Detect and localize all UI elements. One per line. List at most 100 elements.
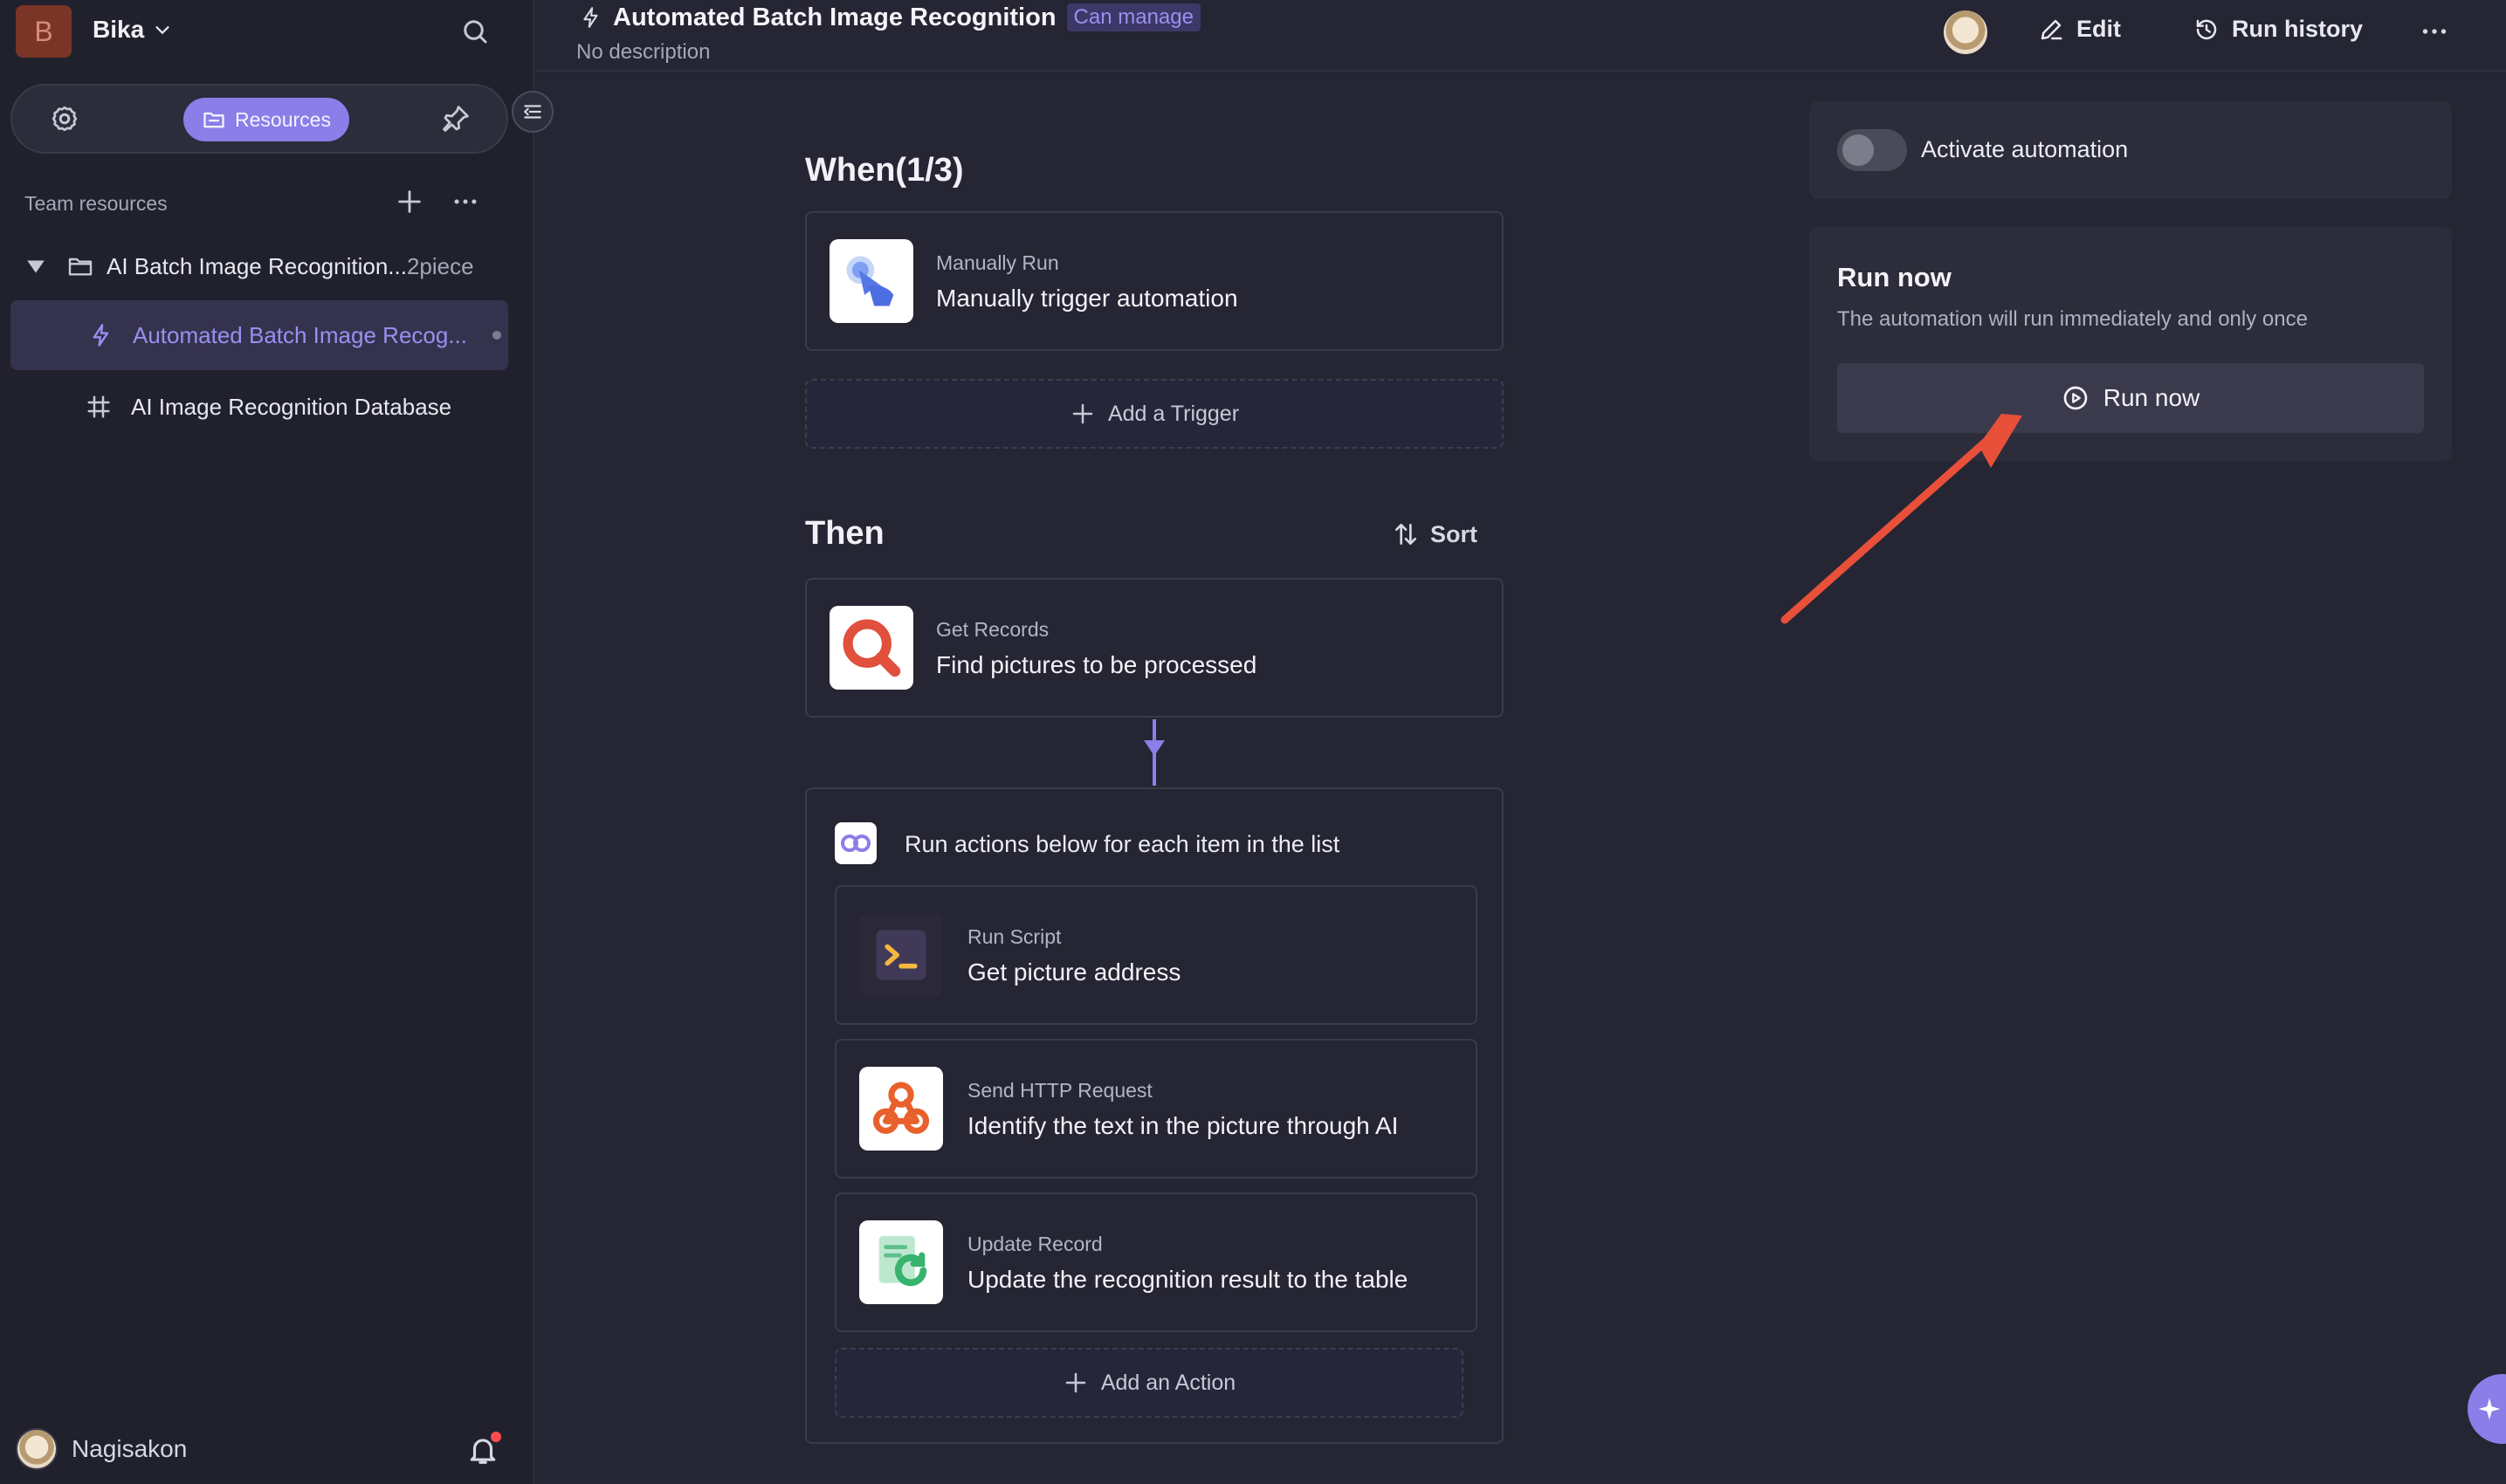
sparkle-icon <box>2478 1398 2501 1420</box>
add-trigger-button[interactable]: Add a Trigger <box>805 379 1504 449</box>
update-record-icon-tile <box>859 1220 943 1304</box>
tab-pinned-pin-icon[interactable] <box>440 103 472 134</box>
trigger-card[interactable]: Manually Run Manually trigger automation <box>805 211 1504 351</box>
avatar[interactable] <box>1944 10 1987 54</box>
workspace-switcher[interactable]: Bika <box>93 16 172 44</box>
avatar <box>16 1428 58 1470</box>
tree-folder-count: 2piece <box>406 252 474 279</box>
sidebar: B Bika Resources Team resources AI Batch… <box>0 0 554 1484</box>
action-type: Get Records <box>936 618 1050 641</box>
run-history-label: Run history <box>2232 16 2364 42</box>
run-now-description: The automation will run immediately and … <box>1837 307 2308 331</box>
action-name: Find pictures to be processed <box>936 651 1257 678</box>
edit-button-label: Edit <box>2076 16 2121 42</box>
add-trigger-label: Add a Trigger <box>1107 401 1240 426</box>
action-type: Update Record <box>967 1233 1103 1255</box>
play-circle-icon <box>2063 386 2088 410</box>
terminal-icon <box>876 930 926 980</box>
more-horizontal-icon[interactable] <box>451 187 480 216</box>
pencil-icon <box>2041 19 2062 39</box>
trigger-name: Manually trigger automation <box>936 285 1238 312</box>
add-action-button[interactable]: Add an Action <box>835 1348 1463 1418</box>
tree-folder[interactable]: AI Batch Image Recognition... 2piece <box>24 250 513 283</box>
magnifier-icon <box>843 619 901 677</box>
action-type: Send HTTP Request <box>967 1079 1153 1102</box>
run-now-button-label: Run now <box>2103 384 2200 411</box>
page-title-group: Automated Batch Image Recognition Can ma… <box>580 0 1201 35</box>
database-grid-icon <box>87 395 110 418</box>
tab-resources[interactable]: Resources <box>183 98 349 141</box>
when-section-title: When(1/3) <box>805 152 964 189</box>
plus-icon <box>1072 403 1093 424</box>
folder-icon <box>68 258 93 276</box>
run-script-icon-tile <box>859 913 943 997</box>
workspace-avatar[interactable]: B <box>16 5 72 58</box>
page-title: Automated Batch Image Recognition <box>613 3 1057 31</box>
team-resources-label: Team resources <box>24 192 168 215</box>
tree-folder-label: AI Batch Image Recognition... <box>107 252 407 279</box>
current-user[interactable]: Nagisakon <box>16 1428 187 1470</box>
notification-badge <box>491 1432 501 1442</box>
user-name: Nagisakon <box>72 1435 188 1462</box>
action-name: Update the recognition result to the tab… <box>967 1266 1408 1293</box>
run-script-card[interactable]: Run Script Get picture address <box>835 885 1477 1025</box>
tab-resources-label: Resources <box>235 107 331 131</box>
action-name: Identify the text in the picture through… <box>967 1112 1399 1139</box>
get-records-card[interactable]: Get Records Find pictures to be processe… <box>805 578 1504 718</box>
workspace-name: Bika <box>93 16 145 43</box>
toggle-knob <box>1842 134 1874 166</box>
record-refresh-icon <box>878 1235 927 1287</box>
header: Automated Batch Image Recognition Can ma… <box>536 0 2506 72</box>
action-type: Run Script <box>967 925 1062 948</box>
run-history-button[interactable]: Run history <box>2193 16 2363 43</box>
sidebar-item-database[interactable]: AI Image Recognition Database <box>10 388 508 426</box>
chevron-down-icon <box>155 26 169 35</box>
run-now-title: Run now <box>1837 262 1952 292</box>
search-icon[interactable] <box>459 16 491 47</box>
edit-button[interactable]: Edit <box>2038 16 2121 43</box>
add-action-label: Add an Action <box>1100 1370 1236 1395</box>
sort-arrows-icon <box>1395 524 1416 545</box>
update-record-card[interactable]: Update Record Update the recognition res… <box>835 1192 1477 1332</box>
loop-title: Run actions below for each item in the l… <box>905 831 1340 857</box>
http-request-icon-tile <box>859 1067 943 1151</box>
workspace-initial: B <box>34 15 53 47</box>
plus-icon <box>1065 1372 1086 1393</box>
lightning-icon <box>583 7 598 28</box>
get-records-icon-tile <box>830 606 913 690</box>
tab-settings-gear-icon[interactable] <box>49 103 80 134</box>
caret-down-icon[interactable] <box>24 255 47 278</box>
action-name: Get picture address <box>967 958 1181 986</box>
collapse-menu-icon <box>523 105 541 119</box>
plus-icon[interactable] <box>395 187 424 216</box>
activate-toggle[interactable] <box>1837 129 1907 171</box>
trigger-type: Manually Run <box>936 251 1059 274</box>
then-section-title: Then <box>805 515 885 552</box>
sidebar-item-label: Automated Batch Image Recog... <box>133 321 467 348</box>
manual-run-icon-tile <box>830 239 913 323</box>
folder-icon <box>203 112 224 128</box>
more-horizontal-icon[interactable] <box>2419 16 2450 47</box>
permission-badge: Can manage <box>1066 3 1201 31</box>
loop-infinity-icon <box>841 835 871 852</box>
http-request-card[interactable]: Send HTTP Request Identify the text in t… <box>835 1039 1477 1178</box>
annotation-arrow <box>1780 414 2022 624</box>
sidebar-item-automation[interactable]: Automated Batch Image Recog... <box>10 300 508 370</box>
sidebar-tabs: Resources <box>10 84 508 154</box>
page-description[interactable]: No description <box>576 40 710 65</box>
history-clock-icon <box>2196 19 2217 39</box>
status-dot <box>492 331 501 340</box>
ai-assistant-button[interactable] <box>2468 1374 2506 1444</box>
webhook-icon <box>872 1082 930 1134</box>
loop-icon-tile <box>835 822 877 864</box>
hand-tap-icon <box>846 256 894 306</box>
activate-label: Activate automation <box>1921 136 2129 162</box>
sort-button[interactable]: Sort <box>1392 520 1477 548</box>
activate-panel: Activate automation <box>1809 101 2452 199</box>
loop-block[interactable]: Run actions below for each item in the l… <box>805 787 1504 1444</box>
sort-label: Sort <box>1430 520 1477 547</box>
lightning-icon <box>93 324 109 347</box>
flow-connector-arrow <box>1144 740 1165 756</box>
sidebar-item-label: AI Image Recognition Database <box>131 393 452 420</box>
collapse-sidebar-button[interactable] <box>512 91 554 133</box>
